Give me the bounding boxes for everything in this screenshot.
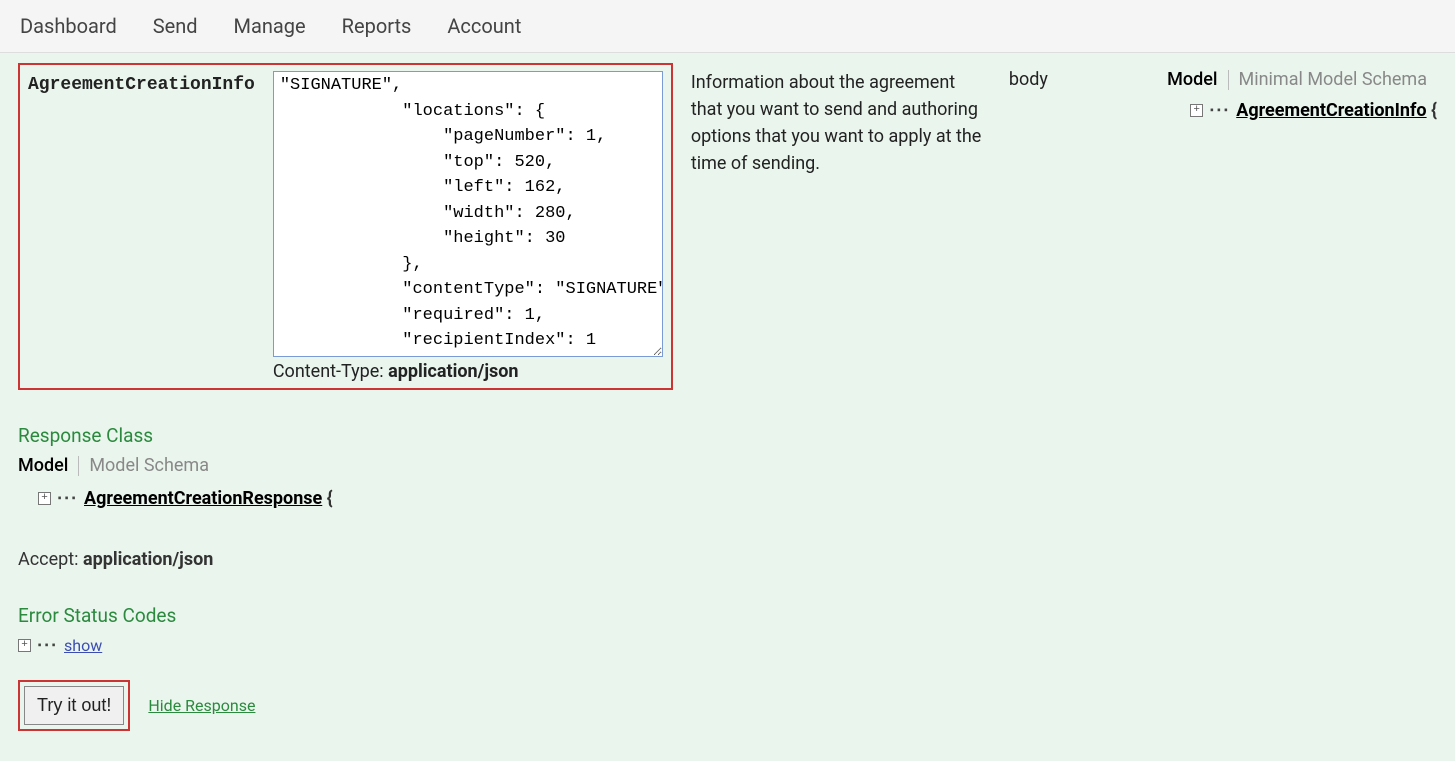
model-panel: Model Minimal Model Schema + ∙∙∙ Agreeme…	[1157, 63, 1437, 121]
tab-response-model-schema[interactable]: Model Schema	[79, 455, 219, 476]
expand-icon[interactable]: +	[18, 639, 31, 652]
response-model-tree: + ∙∙∙ AgreementCreationResponse {	[38, 488, 1437, 509]
nav-manage[interactable]: Manage	[234, 14, 306, 38]
response-tabs: Model Model Schema	[18, 455, 1437, 476]
tab-model[interactable]: Model	[1157, 69, 1227, 90]
parameter-description: Information about the agreement that you…	[691, 63, 991, 177]
try-it-out-button[interactable]: Try it out!	[24, 686, 124, 725]
try-row: Try it out! Hide Response	[18, 680, 1437, 731]
tab-response-model[interactable]: Model	[18, 455, 78, 476]
expand-icon[interactable]: +	[38, 492, 51, 505]
expand-icon[interactable]: +	[1190, 104, 1203, 117]
parameter-data-type: body	[1009, 63, 1048, 90]
model-tree: + ∙∙∙ AgreementCreationInfo {	[1190, 100, 1437, 121]
nav-reports[interactable]: Reports	[342, 14, 412, 38]
content-type-label: Content-Type:	[273, 361, 388, 382]
nav-account[interactable]: Account	[447, 14, 521, 38]
accept-line: Accept: application/json	[18, 549, 1437, 570]
response-class-title: Response Class	[18, 424, 1437, 447]
try-highlight-box: Try it out!	[18, 680, 130, 731]
nav-send[interactable]: Send	[153, 14, 198, 38]
response-open-brace: {	[322, 488, 332, 509]
hide-response-link[interactable]: Hide Response	[148, 696, 255, 715]
main-panel: AgreementCreationInfo Content-Type: appl…	[0, 53, 1455, 761]
accept-label: Accept:	[18, 549, 83, 570]
dots-icon: ∙∙∙	[37, 635, 58, 656]
parameter-row: AgreementCreationInfo Content-Type: appl…	[18, 53, 1437, 390]
content-type-line: Content-Type: application/json	[273, 361, 663, 382]
dots-icon: ∙∙∙	[1209, 100, 1230, 121]
model-class-name[interactable]: AgreementCreationInfo	[1236, 100, 1426, 121]
parameter-name: AgreementCreationInfo	[28, 71, 255, 95]
dots-icon: ∙∙∙	[57, 488, 78, 509]
response-class-name[interactable]: AgreementCreationResponse	[84, 488, 322, 509]
nav-dashboard[interactable]: Dashboard	[20, 14, 117, 38]
show-errors-link[interactable]: show	[64, 636, 102, 655]
content-type-value: application/json	[388, 361, 518, 382]
top-nav: Dashboard Send Manage Reports Account	[0, 0, 1455, 53]
model-tabs: Model Minimal Model Schema	[1157, 69, 1437, 90]
model-tree-line: + ∙∙∙ AgreementCreationInfo {	[1190, 100, 1437, 121]
error-row: + ∙∙∙ show	[18, 635, 1437, 656]
model-open-brace: {	[1427, 100, 1437, 121]
accept-value: application/json	[83, 549, 213, 570]
error-status-title: Error Status Codes	[18, 604, 1437, 627]
response-tree-line: + ∙∙∙ AgreementCreationResponse {	[38, 488, 1437, 509]
parameter-highlight-box: AgreementCreationInfo Content-Type: appl…	[18, 63, 673, 390]
parameter-body-textarea[interactable]	[273, 71, 663, 357]
tab-minimal-model-schema[interactable]: Minimal Model Schema	[1229, 69, 1438, 90]
parameter-value-column: Content-Type: application/json	[273, 71, 663, 382]
